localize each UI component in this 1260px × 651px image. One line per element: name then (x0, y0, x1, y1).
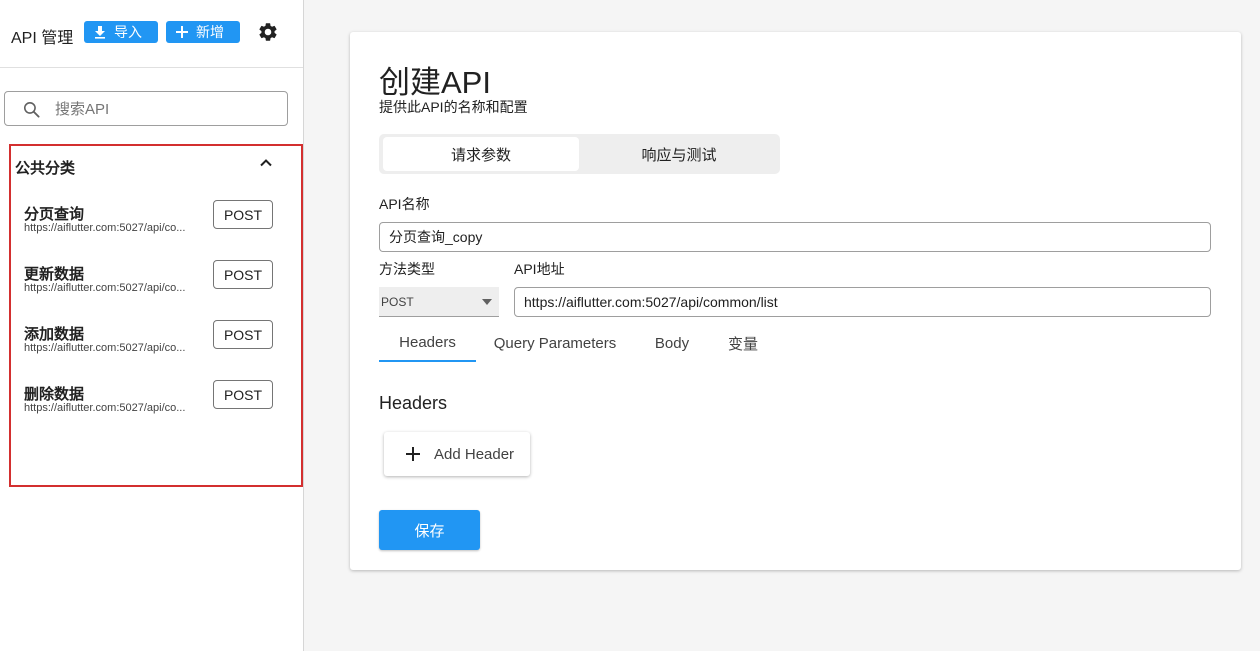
plus-icon (406, 447, 420, 461)
api-list-item[interactable]: 更新数据 https://aiflutter.com:5027/api/co..… (24, 260, 276, 303)
method-type-label: 方法类型 (379, 261, 435, 277)
api-item-name: 更新数据 (24, 266, 85, 283)
api-item-url: https://aiflutter.com:5027/api/co... (24, 222, 186, 234)
api-item-name: 删除数据 (24, 386, 85, 403)
api-item-method-badge[interactable]: POST (213, 380, 273, 409)
api-name-field[interactable]: 分页查询_copy (379, 222, 1211, 252)
save-button[interactable]: 保存 (379, 510, 480, 550)
api-item-url: https://aiflutter.com:5027/api/co... (24, 342, 186, 354)
api-item-url: https://aiflutter.com:5027/api/co... (24, 282, 186, 294)
api-item-method-badge[interactable]: POST (213, 260, 273, 289)
api-name-value: 分页查询_copy (389, 229, 483, 245)
gear-icon[interactable] (257, 21, 279, 43)
api-url-value: https://aiflutter.com:5027/api/common/li… (524, 294, 778, 310)
api-item-name: 分页查询 (24, 206, 85, 223)
dropdown-arrow-icon (482, 299, 492, 305)
api-item-url: https://aiflutter.com:5027/api/co... (24, 402, 186, 414)
api-item-name: 添加数据 (24, 326, 85, 343)
page-subtitle: 提供此API的名称和配置 (379, 99, 528, 115)
tab-body[interactable]: Body (642, 324, 702, 362)
sidebar: API 管理 导入 新增 公共分类 分页查询 https://aiflutter… (0, 0, 304, 651)
segment-response-test[interactable]: 响应与测试 (581, 137, 777, 171)
search-input[interactable] (55, 98, 275, 120)
sidebar-header: API 管理 导入 新增 (0, 0, 303, 68)
add-header-label: Add Header (434, 445, 515, 463)
api-item-method-badge[interactable]: POST (213, 320, 273, 349)
method-select-value: POST (381, 294, 414, 309)
import-label: 导入 (114, 24, 142, 40)
sidebar-title: API 管理 (11, 30, 74, 47)
headers-section-title: Headers (379, 393, 448, 413)
api-list-item[interactable]: 添加数据 https://aiflutter.com:5027/api/co..… (24, 320, 276, 363)
method-select[interactable]: POST (379, 287, 499, 317)
api-name-label: API名称 (379, 196, 430, 212)
plus-icon (176, 26, 188, 38)
api-list-item[interactable]: 分页查询 https://aiflutter.com:5027/api/co..… (24, 200, 276, 243)
api-list-item[interactable]: 删除数据 https://aiflutter.com:5027/api/co..… (24, 380, 276, 423)
search-icon (23, 101, 40, 118)
tab-headers[interactable]: Headers (379, 324, 476, 362)
download-icon (95, 26, 105, 39)
segment-request-params[interactable]: 请求参数 (383, 137, 579, 171)
segmented-control: 请求参数 响应与测试 (379, 134, 780, 174)
tab-query-parameters[interactable]: Query Parameters (485, 324, 625, 362)
add-header-button[interactable]: Add Header (384, 432, 530, 476)
api-item-method-badge[interactable]: POST (213, 200, 273, 229)
page-title: 创建API (379, 65, 491, 100)
category-group: 公共分类 分页查询 https://aiflutter.com:5027/api… (9, 144, 303, 487)
category-title: 公共分类 (15, 160, 76, 177)
chevron-up-icon[interactable] (257, 154, 275, 172)
search-box[interactable] (4, 91, 288, 126)
add-api-label: 新增 (196, 24, 224, 40)
import-button[interactable]: 导入 (84, 21, 158, 43)
api-url-field[interactable]: https://aiflutter.com:5027/api/common/li… (514, 287, 1211, 317)
create-api-card: 创建API 提供此API的名称和配置 请求参数 响应与测试 API名称 分页查询… (350, 32, 1241, 570)
add-api-button[interactable]: 新增 (166, 21, 240, 43)
api-url-label: API地址 (514, 261, 565, 277)
tab-variables[interactable]: 变量 (715, 324, 771, 362)
